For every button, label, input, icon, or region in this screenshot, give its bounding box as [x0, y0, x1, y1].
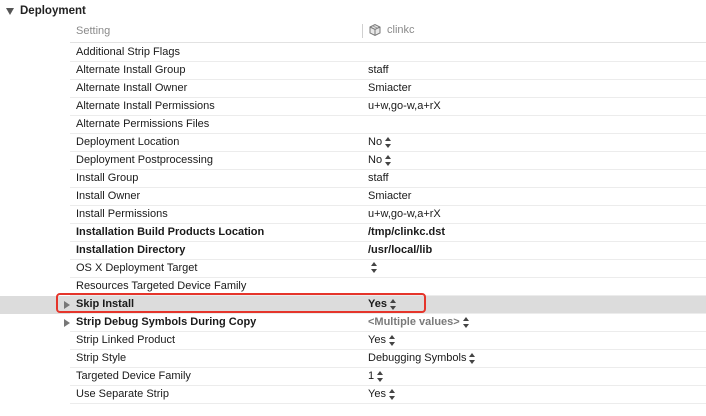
up-down-stepper-icon[interactable] [462, 316, 470, 328]
table-row[interactable]: Install Group staff [0, 170, 706, 188]
setting-value-text: Yes [368, 334, 386, 346]
setting-value[interactable] [368, 262, 378, 273]
disclosure-closed-icon[interactable] [64, 301, 70, 309]
table-row[interactable]: Install Owner Smiacter [0, 188, 706, 206]
table-row[interactable]: Alternate Install Owner Smiacter [0, 80, 706, 98]
setting-value-text: /usr/local/lib [368, 244, 433, 256]
setting-name: Strip Style [76, 352, 127, 364]
setting-name: Alternate Install Owner [76, 82, 188, 94]
setting-value-text: staff [368, 64, 389, 76]
setting-name: Alternate Install Permissions [76, 100, 215, 112]
setting-name: Use Separate Strip [76, 388, 169, 400]
setting-name: Targeted Device Family [76, 370, 191, 382]
setting-name: Alternate Permissions Files [76, 118, 210, 130]
section-header-deployment[interactable]: Deployment [0, 0, 706, 22]
up-down-stepper-icon[interactable] [377, 370, 384, 382]
setting-value[interactable]: Yes [368, 298, 397, 310]
setting-value-text: staff [368, 172, 389, 184]
setting-name: Alternate Install Group [76, 64, 186, 76]
setting-value[interactable]: <Multiple values> [368, 316, 470, 328]
table-row[interactable]: Strip Linked Product Yes [0, 332, 706, 350]
setting-name: Skip Install [76, 298, 135, 310]
table-row[interactable]: Deployment Postprocessing No [0, 152, 706, 170]
setting-value-text: Yes [368, 298, 387, 310]
setting-value[interactable]: staff [368, 64, 389, 76]
table-row[interactable]: Targeted Device Family 1 [0, 368, 706, 386]
column-header: Setting clinkc [70, 22, 706, 43]
table-row[interactable]: Skip Install Yes [0, 296, 706, 314]
setting-value[interactable]: No [368, 154, 392, 166]
setting-name: Install Owner [76, 190, 141, 202]
setting-value[interactable]: u+w,go-w,a+rX [368, 208, 441, 220]
table-row[interactable]: Alternate Install Permissions u+w,go-w,a+… [0, 98, 706, 116]
column-divider[interactable] [362, 24, 363, 38]
setting-value[interactable]: No [368, 136, 392, 148]
setting-value[interactable]: /tmp/clinkc.dst [368, 226, 445, 238]
setting-name: Install Group [76, 172, 139, 184]
disclosure-open-icon[interactable] [6, 7, 14, 15]
setting-value-text: u+w,go-w,a+rX [368, 208, 441, 220]
setting-value-text: /tmp/clinkc.dst [368, 226, 446, 238]
column-setting-label: Setting [76, 25, 111, 37]
setting-name: Installation Directory [76, 244, 186, 256]
setting-value[interactable]: Debugging Symbols [368, 352, 476, 364]
table-row[interactable]: Installation Build Products Location/tmp… [0, 224, 706, 242]
setting-name: Strip Linked Product [76, 334, 176, 346]
setting-value-text: Smiacter [368, 82, 412, 94]
table-row[interactable]: OS X Deployment Target [0, 260, 706, 278]
setting-value[interactable]: 1 [368, 370, 384, 382]
settings-table: Additional Strip Flags Alternate Install … [0, 44, 706, 404]
setting-name: Install Permissions [76, 208, 168, 220]
setting-value[interactable]: Smiacter [368, 190, 411, 202]
up-down-stepper-icon[interactable] [388, 388, 396, 400]
table-row[interactable]: Alternate Permissions Files [0, 116, 706, 134]
setting-value[interactable]: Yes [368, 388, 396, 400]
setting-value[interactable]: Smiacter [368, 82, 411, 94]
column-target-header: clinkc [368, 23, 415, 37]
table-row[interactable]: Install Permissions u+w,go-w,a+rX [0, 206, 706, 224]
setting-value[interactable]: Yes [368, 334, 396, 346]
setting-value[interactable]: u+w,go-w,a+rX [368, 100, 441, 112]
setting-value-text: No [368, 154, 383, 166]
setting-value[interactable]: /usr/local/lib [368, 244, 432, 256]
table-row[interactable]: Resources Targeted Device Family [0, 278, 706, 296]
setting-value-text: 1 [368, 370, 375, 382]
setting-value-text: Smiacter [368, 190, 412, 202]
setting-name: Strip Debug Symbols During Copy [76, 316, 257, 328]
row-divider [70, 403, 706, 404]
column-target-label: clinkc [387, 24, 415, 36]
setting-name: Deployment Location [76, 136, 180, 148]
table-row[interactable]: Alternate Install Group staff [0, 62, 706, 80]
table-row[interactable]: Use Separate Strip Yes [0, 386, 706, 404]
section-title: Deployment [20, 5, 86, 17]
setting-value[interactable]: staff [368, 172, 389, 184]
setting-name: OS X Deployment Target [76, 262, 198, 274]
setting-value-text: u+w,go-w,a+rX [368, 100, 441, 112]
up-down-stepper-icon[interactable] [389, 298, 397, 310]
table-row[interactable]: Additional Strip Flags [0, 44, 706, 62]
disclosure-closed-icon[interactable] [64, 319, 70, 327]
up-down-stepper-icon[interactable] [388, 334, 396, 346]
setting-value-text: No [368, 136, 383, 148]
table-row[interactable]: Strip Style Debugging Symbols [0, 350, 706, 368]
setting-value-text: Yes [368, 388, 386, 400]
up-down-stepper-icon[interactable] [385, 154, 392, 166]
setting-value-text: <Multiple values> [368, 316, 460, 328]
setting-name: Deployment Postprocessing [76, 154, 213, 166]
table-row[interactable]: Deployment Location No [0, 134, 706, 152]
table-row[interactable]: Installation Directory/usr/local/lib [0, 242, 706, 260]
up-down-stepper-icon[interactable] [371, 262, 378, 273]
up-down-stepper-icon[interactable] [469, 352, 476, 364]
setting-value-text: Debugging Symbols [368, 352, 467, 364]
setting-name: Installation Build Products Location [76, 226, 265, 238]
target-box-icon [369, 23, 381, 37]
setting-name: Additional Strip Flags [76, 46, 180, 58]
setting-name: Resources Targeted Device Family [76, 280, 247, 292]
table-row[interactable]: Strip Debug Symbols During Copy <Multiple… [0, 314, 706, 332]
up-down-stepper-icon[interactable] [385, 136, 392, 148]
